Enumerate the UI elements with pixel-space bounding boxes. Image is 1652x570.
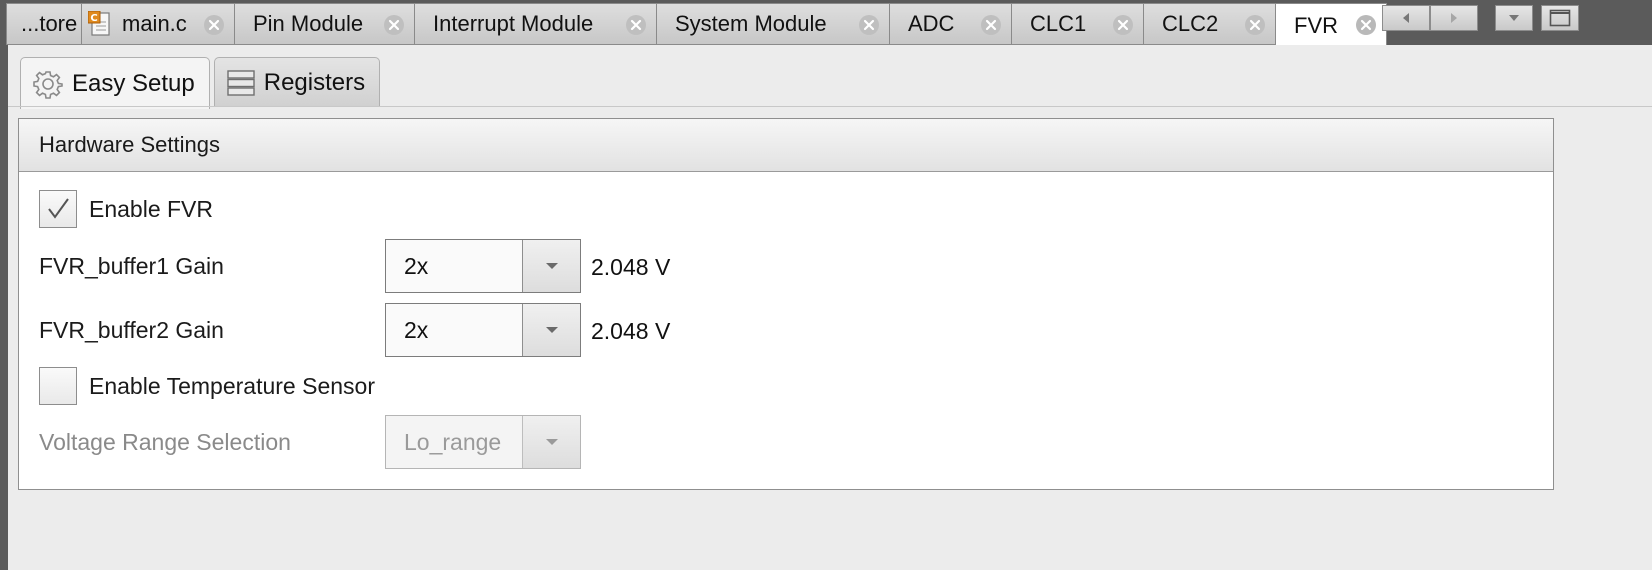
enable-temperature-sensor-label: Enable Temperature Sensor [89,372,375,399]
close-icon[interactable] [1356,15,1376,35]
tab-registers[interactable]: Registers [213,57,381,107]
buffer1-gain-value: 2x [386,240,522,292]
voltage-range-value: Lo_range [386,416,522,468]
maximize-button[interactable] [1541,5,1579,31]
gear-icon [33,69,63,99]
tab-label: ...tore [21,11,78,36]
divider [8,106,1652,107]
scroll-left-button[interactable] [1382,5,1430,31]
buffer2-gain-select[interactable]: 2x [385,303,581,357]
buffer1-gain-label: FVR_buffer1 Gain [39,253,224,279]
buffer2-voltage: 2.048 V [591,318,671,344]
editor-tab-fvr[interactable]: FVR [1276,3,1387,48]
ide-window: ...tore C main.c Pin Module Interrupt Mo… [0,0,1652,570]
tab-strip-controls [1382,5,1579,31]
buffer2-gain-value: 2x [386,304,522,356]
close-icon[interactable] [981,15,1001,35]
editor-tab-pin-module[interactable]: Pin Module [235,3,415,45]
view-tabs: Easy Setup Registers [20,57,381,109]
editor-tab-adc[interactable]: ADC [890,3,1012,45]
chevron-down-icon [545,327,558,333]
tab-label: CLC2 [1162,11,1219,36]
editor-tab-strip: ...tore C main.c Pin Module Interrupt Mo… [6,3,1387,48]
editor-tab-interrupt-module[interactable]: Interrupt Module [415,3,657,45]
chevron-down-icon [545,263,558,269]
enable-fvr-row: Enable FVR [39,190,213,228]
section-title: Hardware Settings [19,119,1553,172]
checkmark-icon [48,198,69,219]
editor-tab-store[interactable]: ...tore [6,3,82,45]
enable-temp-row: Enable Temperature Sensor [39,367,375,405]
voltage-range-row: Voltage Range Selection [39,429,291,456]
close-icon[interactable] [1113,15,1133,35]
voltage-range-select[interactable]: Lo_range [385,415,581,469]
tab-label: CLC1 [1030,11,1087,36]
scroll-left-icon [1403,13,1409,23]
tab-label: System Module [675,11,827,36]
c-file-icon: C [87,10,112,37]
buffer2-row: FVR_buffer2 Gain [39,317,224,344]
tab-label: main.c [122,11,187,36]
tab-menu-button[interactable] [1495,5,1533,31]
maximize-icon [1549,9,1571,27]
fvr-configuration-panel: Easy Setup Registers Hardware Settings E… [8,45,1652,570]
buffer1-dropdown-button[interactable] [522,240,580,292]
close-icon[interactable] [859,15,879,35]
buffer1-voltage: 2.048 V [591,254,671,280]
enable-fvr-label: Enable FVR [89,195,214,222]
tab-label: FVR [1294,13,1338,38]
scroll-right-icon [1451,13,1457,23]
tab-label: Interrupt Module [433,11,594,36]
editor-tab-clc2[interactable]: CLC2 [1144,3,1276,45]
tab-menu-icon [1509,15,1519,21]
tab-label: ADC [908,11,955,36]
editor-tab-clc1[interactable]: CLC1 [1012,3,1144,45]
svg-text:C: C [90,13,97,24]
scroll-right-button[interactable] [1430,5,1478,31]
chevron-down-icon [545,439,558,445]
voltage-range-label: Voltage Range Selection [39,429,291,455]
tab-label: Registers [263,68,366,96]
close-icon[interactable] [384,15,404,35]
close-icon[interactable] [626,15,646,35]
buffer1-row: FVR_buffer1 Gain [39,253,224,280]
hardware-settings-section: Hardware Settings Enable FVR FVR_buffer1… [18,118,1554,490]
buffer1-gain-select[interactable]: 2x [385,239,581,293]
editor-tab-main-c[interactable]: C main.c [82,3,235,45]
close-icon[interactable] [204,15,224,35]
buffer2-dropdown-button[interactable] [522,304,580,356]
voltage-range-dropdown-button[interactable] [522,416,580,468]
editor-tab-system-module[interactable]: System Module [657,3,890,45]
enable-temperature-sensor-checkbox[interactable] [39,367,77,405]
tab-label: Pin Module [253,11,364,36]
registers-icon [227,69,255,97]
tab-easy-setup[interactable]: Easy Setup [20,57,210,109]
close-icon[interactable] [1245,15,1265,35]
enable-fvr-checkbox[interactable] [39,190,77,228]
tab-label: Easy Setup [72,69,195,97]
buffer2-gain-label: FVR_buffer2 Gain [39,317,224,343]
